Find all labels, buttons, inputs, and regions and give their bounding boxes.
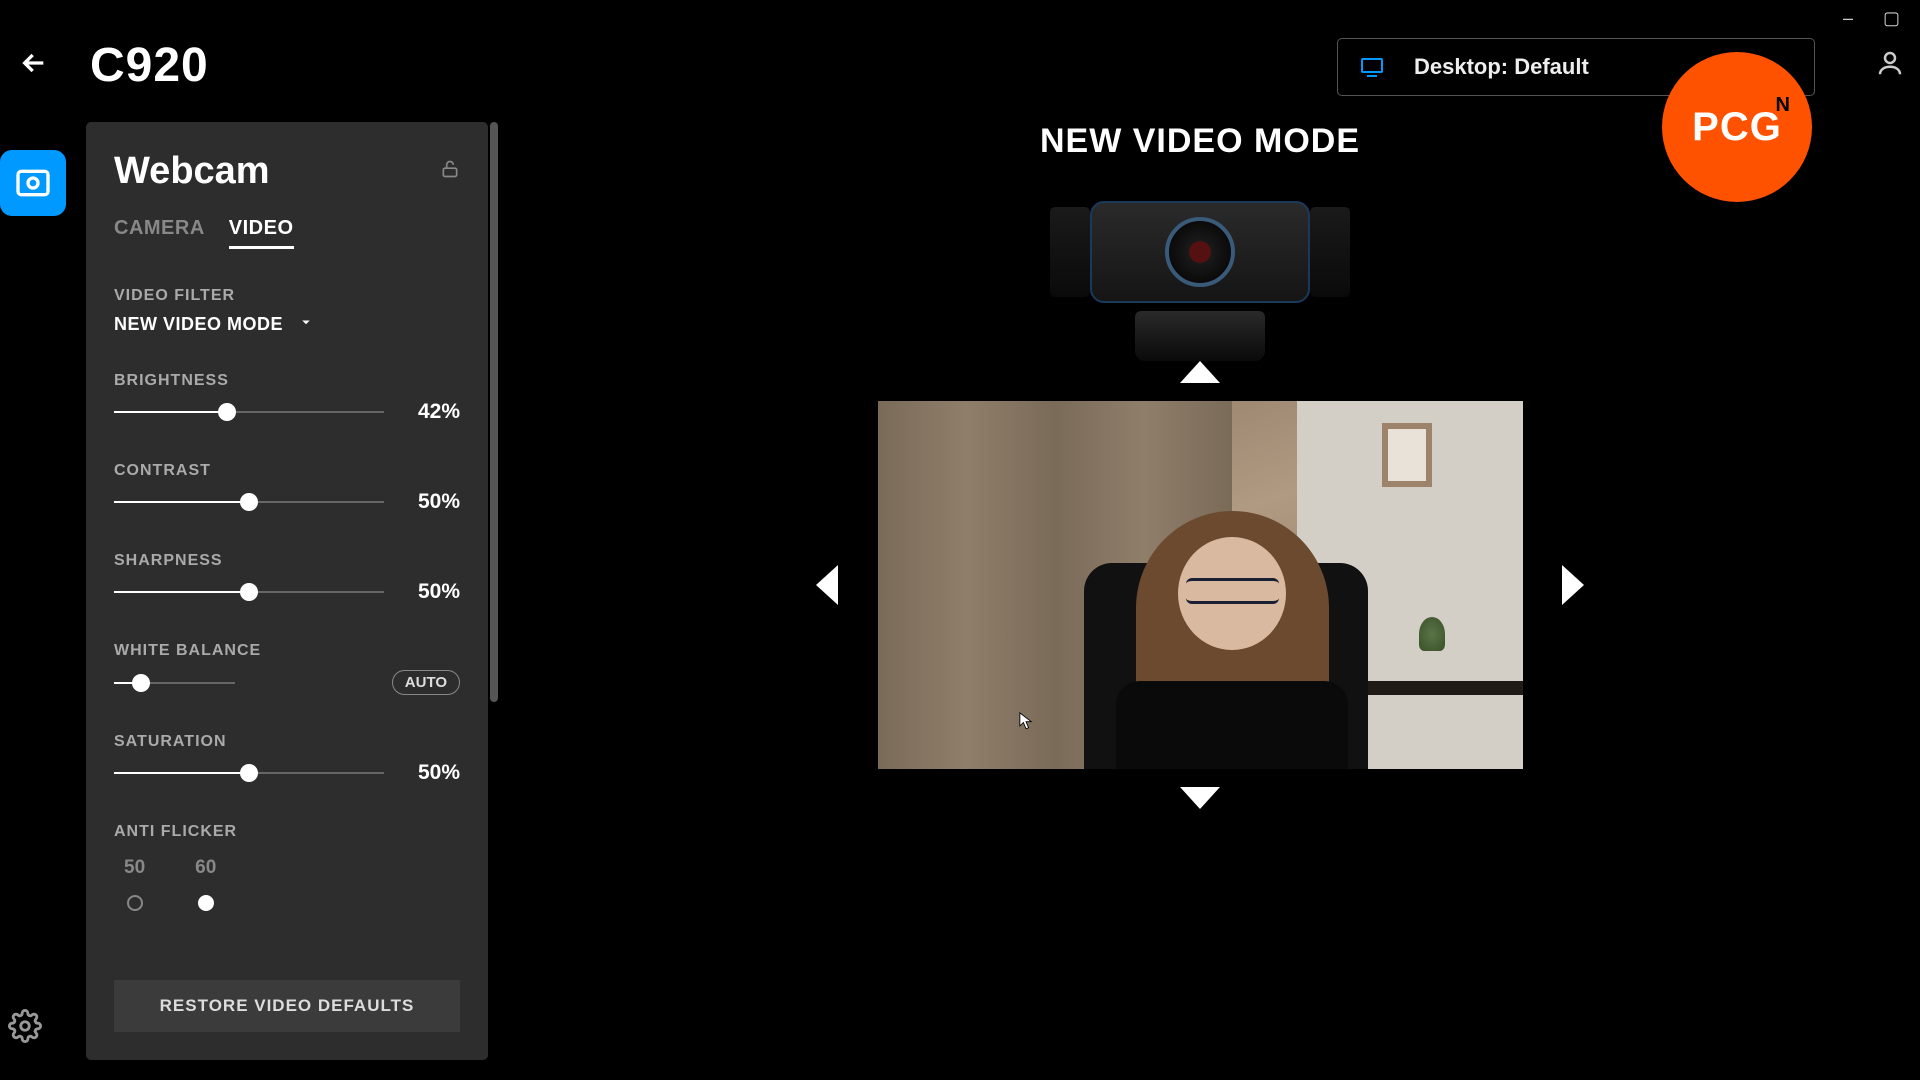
sharpness-value: 50%: [402, 580, 460, 604]
sidebar-scrollbar[interactable]: [488, 122, 502, 1060]
anti-flicker-50-label: 50: [124, 857, 145, 879]
settings-panel: Webcam CAMERA VIDEO VIDEO FILTER NEW VID…: [86, 122, 488, 1060]
pan-right-button[interactable]: [1562, 565, 1584, 605]
panel-title: Webcam: [114, 150, 270, 193]
settings-button[interactable]: [8, 1009, 42, 1048]
brightness-slider[interactable]: [114, 411, 384, 413]
gear-icon: [8, 1009, 42, 1043]
contrast-slider[interactable]: [114, 501, 384, 503]
anti-flicker-50-radio[interactable]: [127, 895, 143, 911]
webcam-tab-button[interactable]: [0, 150, 66, 216]
cursor-icon: [1019, 712, 1033, 732]
white-balance-slider[interactable]: [114, 682, 235, 684]
contrast-value: 50%: [402, 490, 460, 514]
brand-badge: PCG N: [1662, 52, 1812, 202]
saturation-label: SATURATION: [114, 733, 460, 751]
video-filter-dropdown[interactable]: NEW VIDEO MODE: [114, 313, 460, 336]
webcam-icon: [13, 163, 53, 203]
sharpness-label: SHARPNESS: [114, 552, 460, 570]
monitor-icon: [1360, 55, 1384, 79]
restore-defaults-button[interactable]: RESTORE VIDEO DEFAULTS: [114, 980, 460, 1032]
webcam-live-preview: [878, 401, 1523, 769]
device-title: C920: [90, 38, 209, 93]
pan-up-button[interactable]: [1180, 361, 1220, 383]
webcam-device-image: [1050, 201, 1350, 361]
lock-open-icon: [440, 158, 460, 180]
desktop-profile-label: Desktop: Default: [1414, 54, 1589, 80]
arrow-left-icon: [18, 47, 50, 79]
pan-left-button[interactable]: [816, 565, 838, 605]
tab-camera[interactable]: CAMERA: [114, 217, 205, 249]
sharpness-slider[interactable]: [114, 591, 384, 593]
preview-area: NEW VIDEO MODE: [540, 122, 1860, 1040]
tab-video[interactable]: VIDEO: [229, 217, 294, 249]
video-filter-label: VIDEO FILTER: [114, 287, 460, 305]
video-filter-value: NEW VIDEO MODE: [114, 314, 283, 335]
account-button[interactable]: [1875, 48, 1905, 83]
saturation-value: 50%: [402, 761, 460, 785]
brand-superscript: N: [1776, 94, 1790, 117]
white-balance-auto-toggle[interactable]: AUTO: [392, 670, 460, 695]
unlock-button[interactable]: [440, 158, 460, 185]
contrast-label: CONTRAST: [114, 462, 460, 480]
saturation-slider[interactable]: [114, 772, 384, 774]
pan-down-button[interactable]: [1180, 787, 1220, 809]
header: C920 Desktop: Default: [0, 0, 1920, 93]
anti-flicker-label: ANTI FLICKER: [114, 823, 460, 841]
brightness-label: BRIGHTNESS: [114, 372, 460, 390]
anti-flicker-60-radio[interactable]: [198, 895, 214, 911]
user-icon: [1875, 48, 1905, 78]
brand-text: PCG: [1692, 105, 1782, 150]
tabs: CAMERA VIDEO: [114, 217, 460, 249]
brightness-value: 42%: [402, 400, 460, 424]
back-button[interactable]: [18, 47, 50, 84]
chevron-down-icon: [297, 313, 315, 336]
anti-flicker-60-label: 60: [195, 857, 216, 879]
white-balance-label: WHITE BALANCE: [114, 642, 460, 660]
